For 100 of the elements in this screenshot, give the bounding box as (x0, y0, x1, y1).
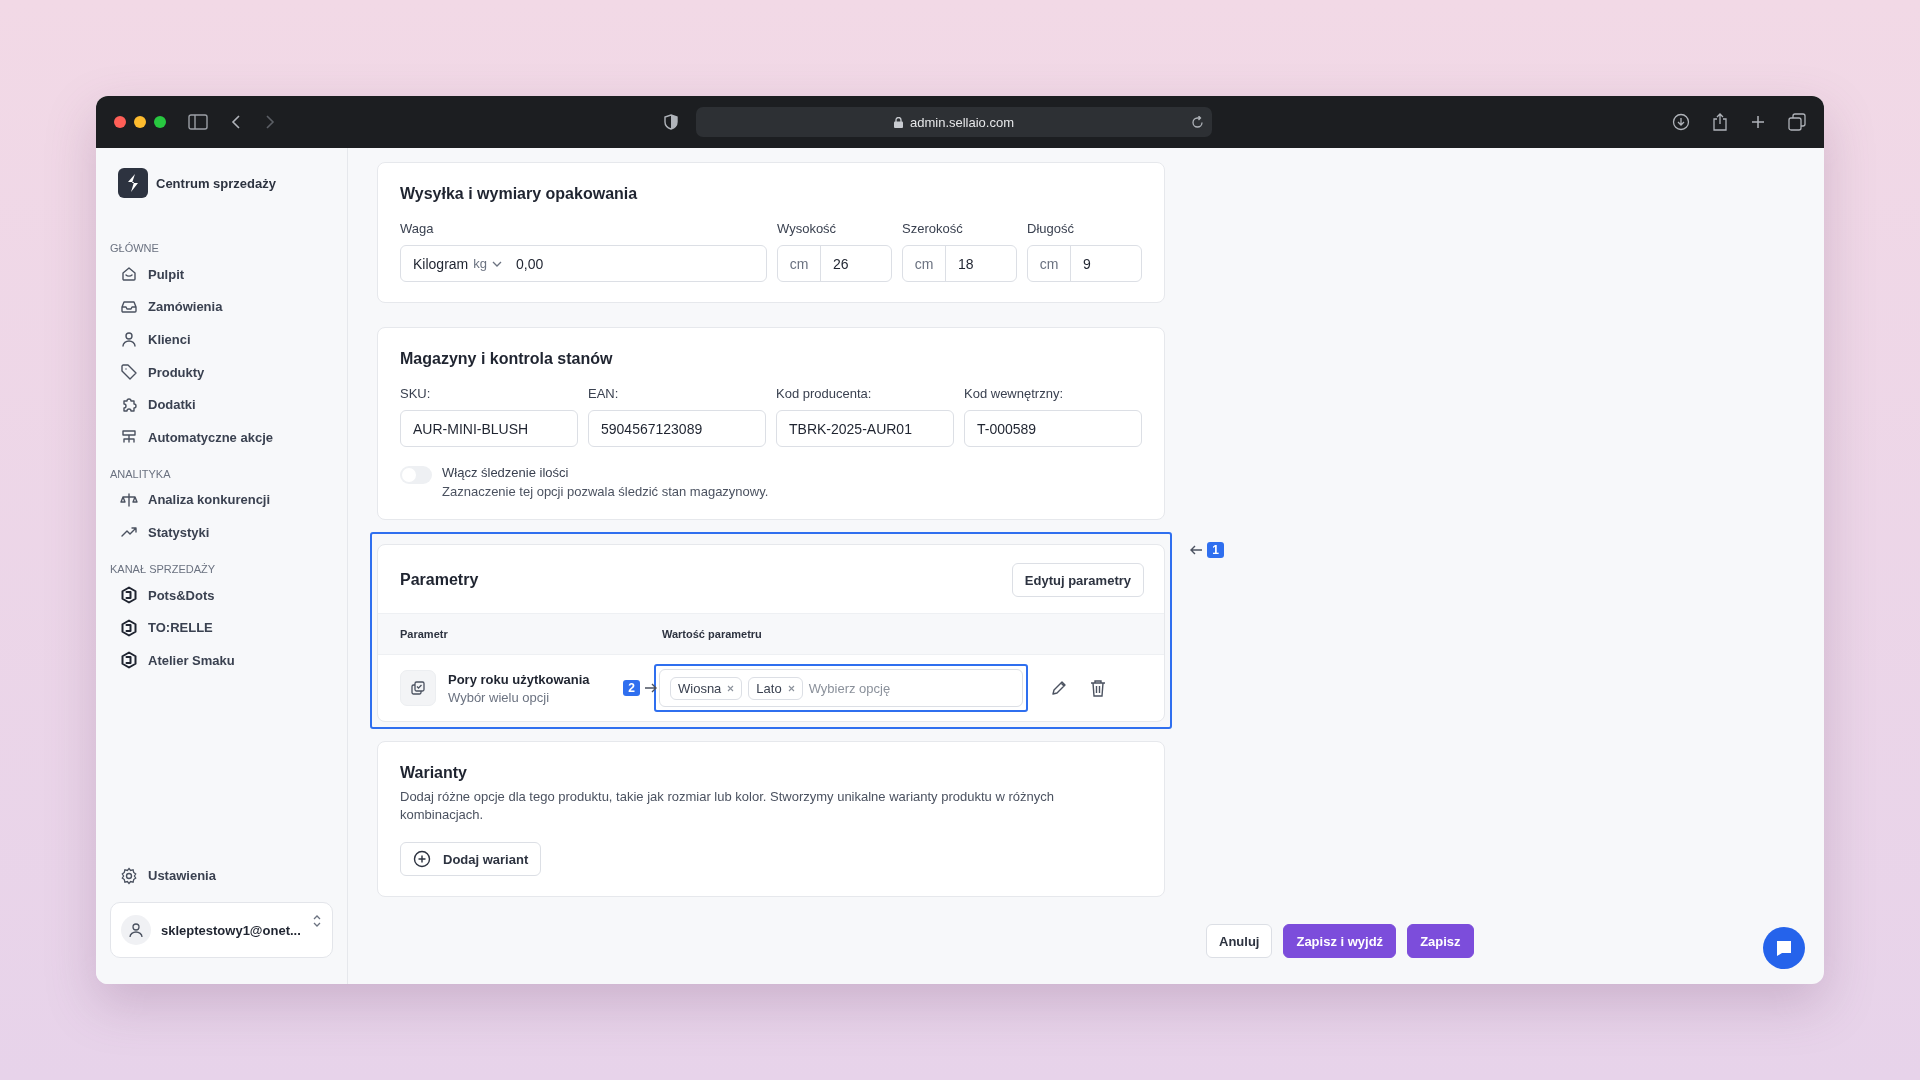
callout-badge: 2 (623, 680, 640, 696)
settings-icon (120, 866, 138, 885)
action-button[interactable]: Anuluj (1206, 924, 1273, 958)
chevron-down-icon (492, 259, 502, 268)
add-variant-button[interactable]: Dodaj wariant (400, 842, 542, 877)
action-button[interactable]: Zapisz (1407, 924, 1474, 958)
unit-select[interactable]: Kilogram kg (413, 255, 502, 272)
channel-icon (120, 586, 138, 605)
sidebar-toggle-icon[interactable] (188, 114, 208, 130)
column-header: Parametr (400, 628, 449, 640)
channel-icon (120, 651, 138, 670)
field-label: EAN: (588, 386, 620, 401)
placeholder-text: Wybierz opcję (808, 680, 891, 696)
home-icon (120, 265, 138, 284)
variants-description: Dodaj różne opcje dla tego produktu, takie jak rozmiar lub kolor. Stworzymy unikalne warianty produktu w różnych kombinacjach. (400, 788, 1055, 825)
card-title: Magazyny i kontrola stanów (400, 350, 614, 368)
field-label: Długość (1027, 221, 1075, 236)
settings-item[interactable]: Ustawienia (110, 859, 333, 892)
section-heading: KANAŁ SPRZEDAŻY (110, 562, 217, 575)
maximize-button[interactable] (154, 116, 166, 128)
channel-icon (120, 618, 138, 637)
share-icon[interactable] (1712, 113, 1728, 131)
card-title: Warianty (400, 764, 468, 782)
column-header: Wartość parametru (662, 628, 762, 640)
field-label: Kod wewnętrzny: (964, 386, 1064, 401)
unit-addon: cm (778, 246, 821, 281)
scale-icon (120, 490, 138, 509)
dimension-value: 26 (832, 255, 849, 272)
puzzle-icon (120, 395, 138, 414)
lock-icon (893, 116, 903, 128)
nav-item[interactable]: Pots&Dots (110, 578, 333, 612)
section-heading: ANALITYKA (110, 467, 172, 480)
plus-circle-icon (413, 850, 431, 869)
parameter-name: Pory roku użytkowania (448, 671, 590, 687)
toggle-label: Włącz śledzenie ilości (442, 465, 570, 480)
card-title: Wysyłka i wymiary opakowania (400, 185, 639, 203)
brand-name: Centrum sprzedaży (156, 175, 276, 191)
field-label: Wysokość (777, 221, 838, 236)
multi-select-icon (400, 670, 436, 706)
nav-item[interactable]: Dodatki (110, 388, 333, 421)
dimension-field[interactable]: cm 9 (1027, 245, 1142, 282)
account-switcher[interactable]: skleptestowy1@onet... (110, 902, 333, 958)
shield-icon[interactable] (664, 114, 678, 130)
input-field[interactable]: 5904567123089 (588, 410, 766, 447)
nav-item[interactable]: TO:RELLE (110, 611, 333, 644)
minimize-button[interactable] (134, 116, 146, 128)
address-bar[interactable]: admin.sellaio.com (696, 107, 1212, 137)
remove-icon[interactable] (787, 684, 795, 692)
nav-item[interactable]: Zamówienia (110, 290, 333, 324)
weight-value: 0,00 (516, 255, 544, 272)
field-label: Kod producenta: (776, 386, 873, 401)
dimension-field[interactable]: cm 26 (777, 245, 892, 282)
parameter-type: Wybór wielu opcji (448, 689, 551, 705)
input-field[interactable]: AUR-MINI-BLUSH (400, 410, 578, 447)
nav-item[interactable]: Produkty (110, 355, 333, 389)
tag-chip[interactable]: Lato (748, 676, 803, 700)
nav-item[interactable]: Analiza konkurencji (110, 483, 333, 517)
nav-item[interactable]: Automatyczne akcje (110, 420, 333, 454)
toggle-hint: Zaznaczenie tej opcji pozwala śledzić stan magazynowy. (442, 484, 769, 499)
download-icon[interactable] (1672, 113, 1690, 131)
back-icon[interactable] (230, 114, 242, 130)
tabs-icon[interactable] (1788, 113, 1806, 131)
pencil-icon[interactable] (1050, 679, 1068, 697)
arrow-right-icon (644, 682, 658, 694)
nav-item[interactable]: Pulpit (110, 258, 333, 291)
action-button[interactable]: Zapisz i wyjdź (1283, 924, 1397, 958)
arrow-left-icon (1189, 544, 1204, 556)
chat-icon (1774, 938, 1794, 958)
weight-field[interactable]: Kilogram kg 0,00 (400, 245, 767, 282)
chevron-updown-icon (312, 913, 322, 929)
dimension-field[interactable]: cm 18 (902, 245, 1017, 282)
chat-button[interactable] (1763, 927, 1805, 969)
section-heading: GŁÓWNE (110, 242, 160, 254)
trash-icon[interactable] (1090, 679, 1106, 697)
multi-select-field[interactable]: Wiosna Lato Wybierz opcję (659, 669, 1023, 707)
nav-item[interactable]: Klienci (110, 323, 333, 356)
tag-chip[interactable]: Wiosna (670, 676, 743, 700)
field-label: SKU: (400, 386, 432, 401)
tag-icon (120, 363, 138, 382)
avatar-icon (121, 915, 151, 945)
nav-item[interactable]: Statystyki (110, 516, 333, 549)
forward-icon[interactable] (264, 114, 276, 130)
dimension-value: 9 (1082, 255, 1091, 272)
card-title: Parametry (400, 571, 479, 589)
field-label: Waga (400, 221, 435, 236)
remove-icon[interactable] (727, 684, 735, 692)
callout-badge: 1 (1207, 542, 1224, 558)
reload-icon[interactable] (1191, 115, 1204, 129)
input-field[interactable]: T-000589 (964, 410, 1142, 447)
dimension-value: 18 (957, 255, 974, 272)
unit-addon: cm (1028, 246, 1071, 281)
close-button[interactable] (114, 116, 126, 128)
logo-icon (118, 168, 148, 198)
plus-icon[interactable] (1750, 114, 1766, 130)
nav-item[interactable]: Atelier Smaku (110, 643, 333, 677)
edit-parameters-button[interactable]: Edytuj parametry (1011, 563, 1144, 597)
field-label: Szerokość (902, 221, 964, 236)
account-email: skleptestowy1@onet... (161, 922, 301, 938)
input-field[interactable]: TBRK-2025-AUR01 (776, 410, 954, 447)
user-icon (120, 330, 138, 349)
